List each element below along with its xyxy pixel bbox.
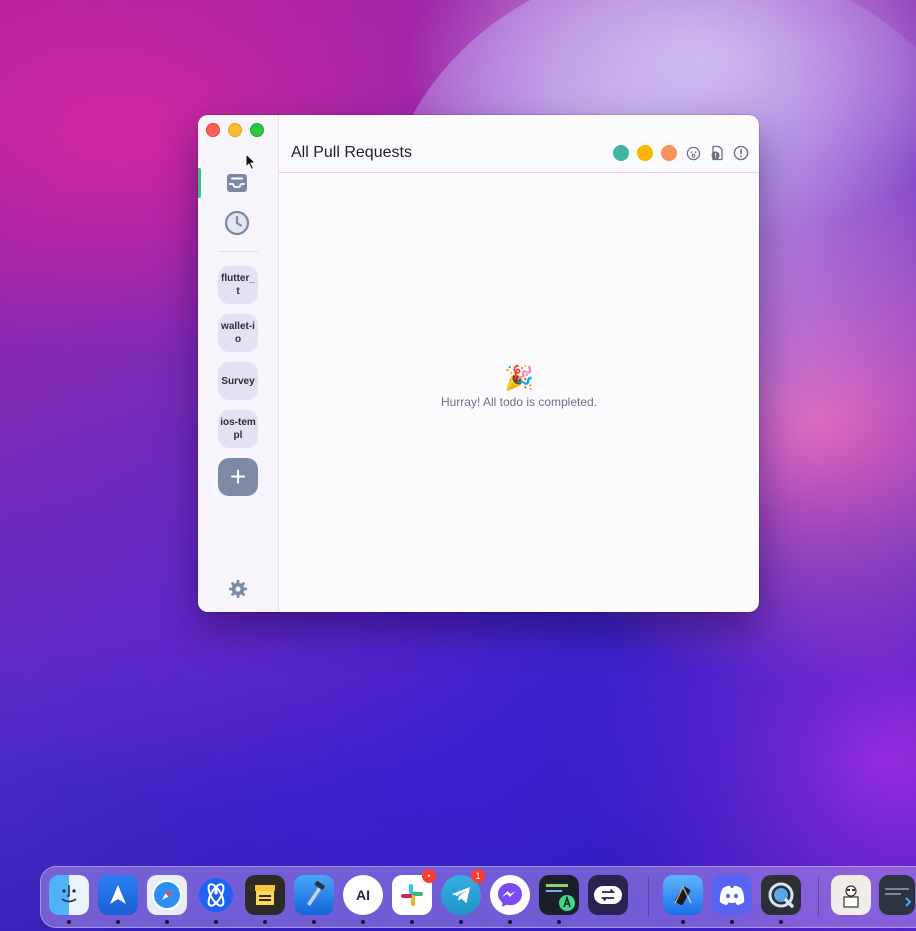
dock-app-finder[interactable] — [49, 875, 89, 924]
illustrator-glyph: AI — [356, 887, 370, 903]
gear-icon[interactable] — [228, 579, 248, 599]
add-repo-button[interactable]: + — [218, 458, 258, 496]
alert-icon[interactable] — [733, 145, 749, 161]
main-panel: All Pull Requests 🎉 Hurray! All todo is … — [279, 115, 759, 612]
dock-app-safari[interactable] — [147, 875, 187, 924]
sidebar-divider — [218, 251, 258, 252]
dock-app-screenshot[interactable] — [879, 875, 915, 915]
active-nav-indicator — [198, 168, 201, 198]
empty-state-message: Hurray! All todo is completed. — [440, 395, 598, 409]
window-controls — [206, 123, 264, 137]
repo-button-wallet[interactable]: wallet-io — [218, 314, 258, 352]
status-filter-teal-button[interactable] — [613, 145, 629, 161]
dock-app-simulator[interactable] — [663, 875, 703, 924]
party-popper-icon: 🎉 — [504, 365, 534, 392]
slack-badge: • — [422, 869, 436, 883]
status-filter-yellow-button[interactable] — [637, 145, 653, 161]
dock-app-illustrator[interactable]: AI — [343, 875, 383, 924]
dock-app-slack[interactable]: • — [392, 869, 436, 924]
dock-app-telegram[interactable]: 1 — [441, 869, 485, 924]
telegram-badge: 1 — [471, 869, 485, 883]
face-icon[interactable] — [685, 145, 701, 161]
desktop: flutter_t wallet-io Survey ios-templ + A… — [0, 0, 916, 931]
dock-app-xcode[interactable] — [294, 875, 334, 924]
dock-app-preview[interactable] — [831, 875, 871, 915]
header-actions — [613, 145, 749, 161]
dock-app-messenger[interactable] — [490, 875, 530, 924]
page-title: All Pull Requests — [291, 144, 412, 161]
dock-app-archive[interactable] — [245, 875, 285, 924]
dock-app-android-studio[interactable] — [539, 875, 579, 924]
mouse-cursor-icon — [245, 152, 257, 176]
dock-app-spark[interactable] — [98, 875, 138, 924]
dock-app-quicktime[interactable] — [761, 875, 801, 924]
dock-app-xcode-cloud[interactable] — [196, 875, 236, 924]
clock-icon[interactable] — [224, 210, 250, 236]
dock-app-switch[interactable] — [588, 875, 628, 915]
repo-button-flutter[interactable]: flutter_t — [218, 266, 258, 304]
header: All Pull Requests — [279, 115, 759, 173]
dock-separator — [648, 877, 649, 917]
status-filter-orange-button[interactable] — [661, 145, 677, 161]
minimize-window-button[interactable] — [228, 123, 242, 137]
sidebar: flutter_t wallet-io Survey ios-templ + — [198, 115, 279, 612]
document-alert-icon[interactable] — [709, 145, 725, 161]
empty-state: 🎉 Hurray! All todo is completed. — [279, 365, 759, 409]
app-window: flutter_t wallet-io Survey ios-templ + A… — [198, 115, 759, 612]
close-window-button[interactable] — [206, 123, 220, 137]
dock-separator-2 — [818, 877, 819, 917]
dock-app-discord[interactable] — [712, 875, 752, 924]
dock: AI • 1 — [40, 866, 916, 928]
repo-button-survey[interactable]: Survey — [218, 362, 258, 400]
repo-button-ios[interactable]: ios-templ — [218, 410, 258, 448]
maximize-window-button[interactable] — [250, 123, 264, 137]
